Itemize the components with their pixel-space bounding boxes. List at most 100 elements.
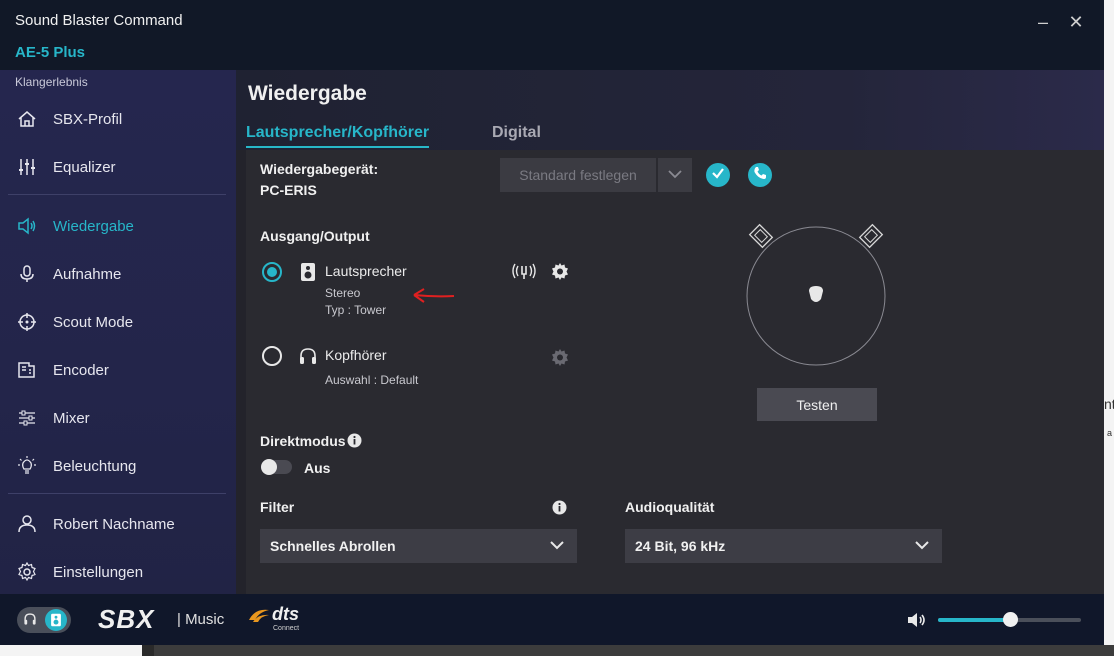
sidebar-item-label: Wiedergabe: [53, 217, 134, 235]
encoder-icon: [16, 359, 38, 381]
home-icon: [16, 108, 38, 130]
microphone-icon: [16, 263, 38, 285]
sidebar-divider: [8, 493, 226, 494]
sidebar-item-label: Einstellungen: [53, 563, 144, 581]
sidebar-item-equalizer[interactable]: Equalizer: [0, 147, 236, 187]
lightbulb-icon: [16, 455, 38, 477]
output-headphones-radio[interactable]: [262, 346, 282, 366]
volume-slider[interactable]: [938, 612, 1081, 627]
output-speaker-radio[interactable]: [262, 262, 282, 282]
sidebar-item-label: Beleuchtung: [53, 457, 137, 475]
sidebar-item-profile[interactable]: Robert Nachname: [0, 504, 236, 544]
dts-logo-text: dts: [272, 604, 299, 624]
user-icon: [16, 513, 38, 535]
sidebar-item-einstellungen[interactable]: Einstellungen: [0, 552, 236, 592]
audio-quality-select[interactable]: 24 Bit, 96 kHz: [625, 529, 942, 563]
speaker-headphone-switch[interactable]: [17, 607, 71, 633]
background-text-fragment: nt: [1104, 396, 1114, 412]
equalizer-icon: [16, 156, 38, 178]
sidebar-item-wiedergabe[interactable]: Wiedergabe: [0, 206, 236, 246]
audio-quality-label: Audioqualität: [625, 499, 715, 515]
background-window-edge: [1104, 0, 1114, 656]
set-default-button[interactable]: Standard festlegen: [500, 158, 656, 192]
sbx-profile-name: | Music: [177, 611, 225, 628]
sidebar-item-scout-mode[interactable]: Scout Mode: [0, 302, 236, 342]
tab-digital[interactable]: Digital: [492, 124, 541, 142]
gear-icon: [16, 561, 38, 583]
surround-icon[interactable]: [512, 262, 536, 287]
filter-select-value: Schnelles Abrollen: [270, 538, 396, 554]
device-name: AE-5 Plus: [15, 44, 86, 61]
background-panel: [154, 645, 1114, 656]
chevron-down-icon: [914, 538, 930, 555]
chevron-down-icon: [549, 538, 565, 555]
filter-info-icon[interactable]: [552, 500, 567, 520]
checkmark-icon: [711, 166, 725, 185]
direct-mode-state: Aus: [304, 460, 331, 476]
test-button[interactable]: Testen: [757, 388, 877, 421]
direct-mode-info-icon[interactable]: [347, 433, 362, 453]
sidebar-divider: [8, 194, 226, 195]
volume-slider-fill: [938, 618, 1010, 622]
direct-mode-label: Direktmodus: [260, 433, 346, 449]
output-headphones-name: Kopfhörer: [325, 347, 387, 363]
sidebar-item-mixer[interactable]: Mixer: [0, 398, 236, 438]
page-title: Wiedergabe: [248, 82, 367, 105]
sidebar-item-label: Equalizer: [53, 158, 116, 176]
dts-logo-icon: [247, 606, 271, 629]
sidebar-item-aufnahme[interactable]: Aufnahme: [0, 254, 236, 294]
sidebar-item-label: Aufnahme: [53, 265, 122, 283]
direct-mode-toggle[interactable]: [261, 459, 292, 475]
output-speaker-name: Lautsprecher: [325, 263, 407, 279]
headphones-settings-gear-icon[interactable]: [550, 348, 570, 373]
minimize-button[interactable]: –: [1031, 10, 1055, 34]
sidebar-item-label: Robert Nachname: [53, 515, 175, 533]
crosshair-icon: [16, 311, 38, 333]
sidebar-item-beleuchtung[interactable]: Beleuchtung: [0, 446, 236, 486]
playback-device-label: Wiedergabegerät:: [260, 161, 379, 177]
tab-lautsprecher-kopfhoerer[interactable]: Lautsprecher/Kopfhörer: [246, 124, 430, 148]
volume-icon[interactable]: [906, 611, 928, 634]
speaker-device-icon: [300, 262, 316, 287]
phone-icon: [753, 166, 767, 185]
sidebar-item-label: Encoder: [53, 361, 109, 379]
sidebar-item-label: Scout Mode: [53, 313, 134, 331]
sidebar-item-label: SBX-Profil: [53, 110, 123, 128]
settings-panel: [246, 150, 1104, 594]
chevron-down-icon: [667, 166, 683, 184]
headphones-icon: [298, 346, 318, 371]
title-bar: Sound Blaster Command AE-5 Plus – ✕: [0, 0, 1104, 70]
speaker-icon: [45, 609, 67, 631]
output-speaker-mode: Stereo: [325, 286, 361, 300]
output-heading: Ausgang/Output: [260, 228, 370, 244]
speaker-layout-visual: [740, 215, 900, 375]
mixer-icon: [16, 407, 38, 429]
filter-label: Filter: [260, 499, 295, 515]
background-divider: [142, 645, 154, 656]
device-dropdown-button[interactable]: [658, 158, 692, 192]
default-device-check-button[interactable]: [706, 163, 730, 187]
volume-slider-thumb[interactable]: [1002, 612, 1018, 627]
content-header: Wiedergabe Lautsprecher/Kopfhörer Digita…: [236, 70, 1104, 150]
sbx-logo: SBX: [98, 604, 155, 634]
headphones-icon: [23, 612, 37, 631]
filter-select[interactable]: Schnelles Abrollen: [260, 529, 577, 563]
bottom-bar: SBX | Music dts Connect: [0, 594, 1104, 645]
annotation-arrow-icon: [410, 286, 456, 311]
sidebar-item-label: Mixer: [53, 409, 90, 427]
sidebar: Klangerlebnis SBX-Profil Equalizer Wiede…: [0, 70, 236, 594]
speaker-icon: [16, 215, 38, 237]
output-speaker-type: Typ : Tower: [325, 303, 387, 317]
audio-quality-select-value: 24 Bit, 96 kHz: [635, 538, 726, 554]
background-taskbar-edge: [0, 645, 1114, 656]
sidebar-item-sbx-profil[interactable]: SBX-Profil: [0, 99, 236, 139]
sidebar-item-encoder[interactable]: Encoder: [0, 350, 236, 390]
playback-device-value: PC-ERIS: [260, 182, 317, 198]
speaker-settings-gear-icon[interactable]: [550, 262, 570, 287]
app-title: Sound Blaster Command: [15, 12, 183, 29]
communication-device-button[interactable]: [748, 163, 772, 187]
app-window: Sound Blaster Command AE-5 Plus – ✕ Klan…: [0, 0, 1104, 645]
close-button[interactable]: ✕: [1064, 10, 1088, 34]
output-headphones-selection: Auswahl : Default: [325, 373, 419, 387]
sidebar-header: Klangerlebnis: [15, 75, 88, 89]
